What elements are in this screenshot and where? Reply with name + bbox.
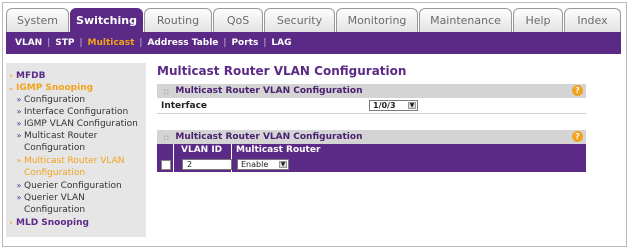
tab-system[interactable]: System xyxy=(6,8,69,32)
sidebar-item-querier-vlan-configuration-cont[interactable]: Configuration xyxy=(6,204,146,217)
page-title: Multicast Router VLAN Configuration xyxy=(157,64,407,78)
sub-navigation: VLAN | STP | Multicast | Address Table |… xyxy=(6,32,621,54)
chevron-right-icon: » xyxy=(16,119,22,128)
sidebar-item-interface-configuration[interactable]: » Interface Configuration xyxy=(6,106,146,118)
subnav-multicast[interactable]: Multicast xyxy=(88,38,135,48)
sidebar-item-label: Querier VLAN xyxy=(24,193,85,203)
sidebar-item-label: Multicast Router xyxy=(24,131,98,141)
chevron-down-icon: ▼ xyxy=(279,161,287,168)
section-header: :: Multicast Router VLAN Configuration ? xyxy=(157,130,586,144)
sidebar-item-label: Querier Configuration xyxy=(24,181,122,191)
multicast-router-select[interactable]: Enable ▼ xyxy=(237,159,289,170)
help-icon[interactable]: ? xyxy=(572,85,583,96)
sidebar-item-label: MFDB xyxy=(16,71,46,81)
sidebar-item-querier-configuration[interactable]: » Querier Configuration xyxy=(6,180,146,192)
tab-routing[interactable]: Routing xyxy=(144,8,212,32)
interface-row: Interface 1/0/3 ▼ xyxy=(157,98,586,114)
row-select-checkbox[interactable] xyxy=(161,160,171,170)
vlan-table-section: :: Multicast Router VLAN Configuration ?… xyxy=(157,130,586,172)
column-divider xyxy=(173,157,174,172)
column-header-vlan-id: VLAN ID xyxy=(181,145,223,155)
column-divider xyxy=(231,144,232,157)
tab-qos[interactable]: QoS xyxy=(213,8,263,32)
interface-label: Interface xyxy=(161,100,208,111)
grip-icon: :: xyxy=(163,86,170,96)
sidebar-item-multicast-router-configuration[interactable]: » Multicast Router xyxy=(6,130,146,142)
tab-switching[interactable]: Switching xyxy=(70,8,143,32)
interface-select[interactable]: 1/0/3 ▼ xyxy=(369,100,418,111)
sidebar-item-multicast-router-vlan-configuration-cont[interactable]: Configuration xyxy=(6,167,146,180)
section-title: Multicast Router VLAN Configuration xyxy=(175,132,363,142)
chevron-right-icon: » xyxy=(16,181,22,190)
column-divider xyxy=(173,144,174,157)
multicast-router-select-value: Enable xyxy=(241,160,269,169)
sidebar-item-multicast-router-configuration-cont[interactable]: Configuration xyxy=(6,142,146,155)
subnav-vlan[interactable]: VLAN xyxy=(15,38,42,48)
table-row: 2 Enable ▼ xyxy=(157,157,586,172)
tab-index[interactable]: Index xyxy=(564,8,621,32)
sidebar-item-label: Configuration xyxy=(24,143,86,153)
tab-help[interactable]: Help xyxy=(513,8,563,32)
vlan-id-input[interactable]: 2 xyxy=(182,159,232,170)
sidebar-item-igmp-vlan-configuration[interactable]: » IGMP VLAN Configuration xyxy=(6,118,146,130)
sidebar-item-mld-snooping[interactable]: › MLD Snooping xyxy=(6,217,146,229)
chevron-down-icon: ⌄ xyxy=(7,83,15,92)
chevron-right-icon: › xyxy=(9,218,13,227)
sidebar-item-label: IGMP Snooping xyxy=(16,83,94,93)
sidebar-item-mfdb[interactable]: › MFDB xyxy=(6,70,146,82)
subnav-separator: | xyxy=(223,38,227,48)
sidebar: › MFDB ⌄ IGMP Snooping » Configuration »… xyxy=(6,63,146,237)
main-tabs: System Switching Routing QoS Security Mo… xyxy=(6,8,622,32)
sidebar-item-configuration[interactable]: » Configuration xyxy=(6,94,146,106)
subnav-address-table[interactable]: Address Table xyxy=(147,38,218,48)
interface-select-value: 1/0/3 xyxy=(373,101,396,110)
sidebar-item-label: Configuration xyxy=(24,95,86,105)
sidebar-item-label: Multicast Router VLAN xyxy=(24,156,125,166)
sidebar-item-label: IGMP VLAN Configuration xyxy=(24,119,138,129)
table-header: VLAN ID Multicast Router xyxy=(157,144,586,157)
subnav-lag[interactable]: LAG xyxy=(271,38,291,48)
sidebar-item-label: Configuration xyxy=(24,205,86,215)
grip-icon: :: xyxy=(163,132,170,142)
chevron-right-icon: » xyxy=(16,131,22,140)
sidebar-item-label: Configuration xyxy=(24,168,86,178)
sidebar-item-label: MLD Snooping xyxy=(16,218,89,228)
subnav-separator: | xyxy=(79,38,83,48)
chevron-right-icon: » xyxy=(16,95,22,104)
tab-maintenance[interactable]: Maintenance xyxy=(419,8,512,32)
sidebar-item-igmp-snooping[interactable]: ⌄ IGMP Snooping xyxy=(6,82,146,94)
subnav-ports[interactable]: Ports xyxy=(231,38,258,48)
chevron-right-icon: » xyxy=(16,193,22,202)
chevron-down-icon: ▼ xyxy=(408,102,416,109)
interface-section: :: Multicast Router VLAN Configuration ?… xyxy=(157,84,586,114)
subnav-separator: | xyxy=(139,38,143,48)
sidebar-item-label: Interface Configuration xyxy=(24,107,129,117)
section-header: :: Multicast Router VLAN Configuration ? xyxy=(157,84,586,98)
sidebar-item-querier-vlan-configuration[interactable]: » Querier VLAN xyxy=(6,192,146,204)
subnav-separator: | xyxy=(263,38,267,48)
tab-security[interactable]: Security xyxy=(264,8,335,32)
subnav-separator: | xyxy=(47,38,51,48)
section-title: Multicast Router VLAN Configuration xyxy=(175,86,363,96)
column-header-multicast-router: Multicast Router xyxy=(236,145,321,155)
sidebar-item-multicast-router-vlan-configuration[interactable]: » Multicast Router VLAN xyxy=(6,155,146,167)
chevron-right-icon: › xyxy=(9,71,13,80)
help-icon[interactable]: ? xyxy=(572,131,583,142)
tab-monitoring[interactable]: Monitoring xyxy=(336,8,418,32)
chevron-right-icon: » xyxy=(16,107,22,116)
subnav-stp[interactable]: STP xyxy=(55,38,74,48)
chevron-right-icon: » xyxy=(16,156,22,165)
